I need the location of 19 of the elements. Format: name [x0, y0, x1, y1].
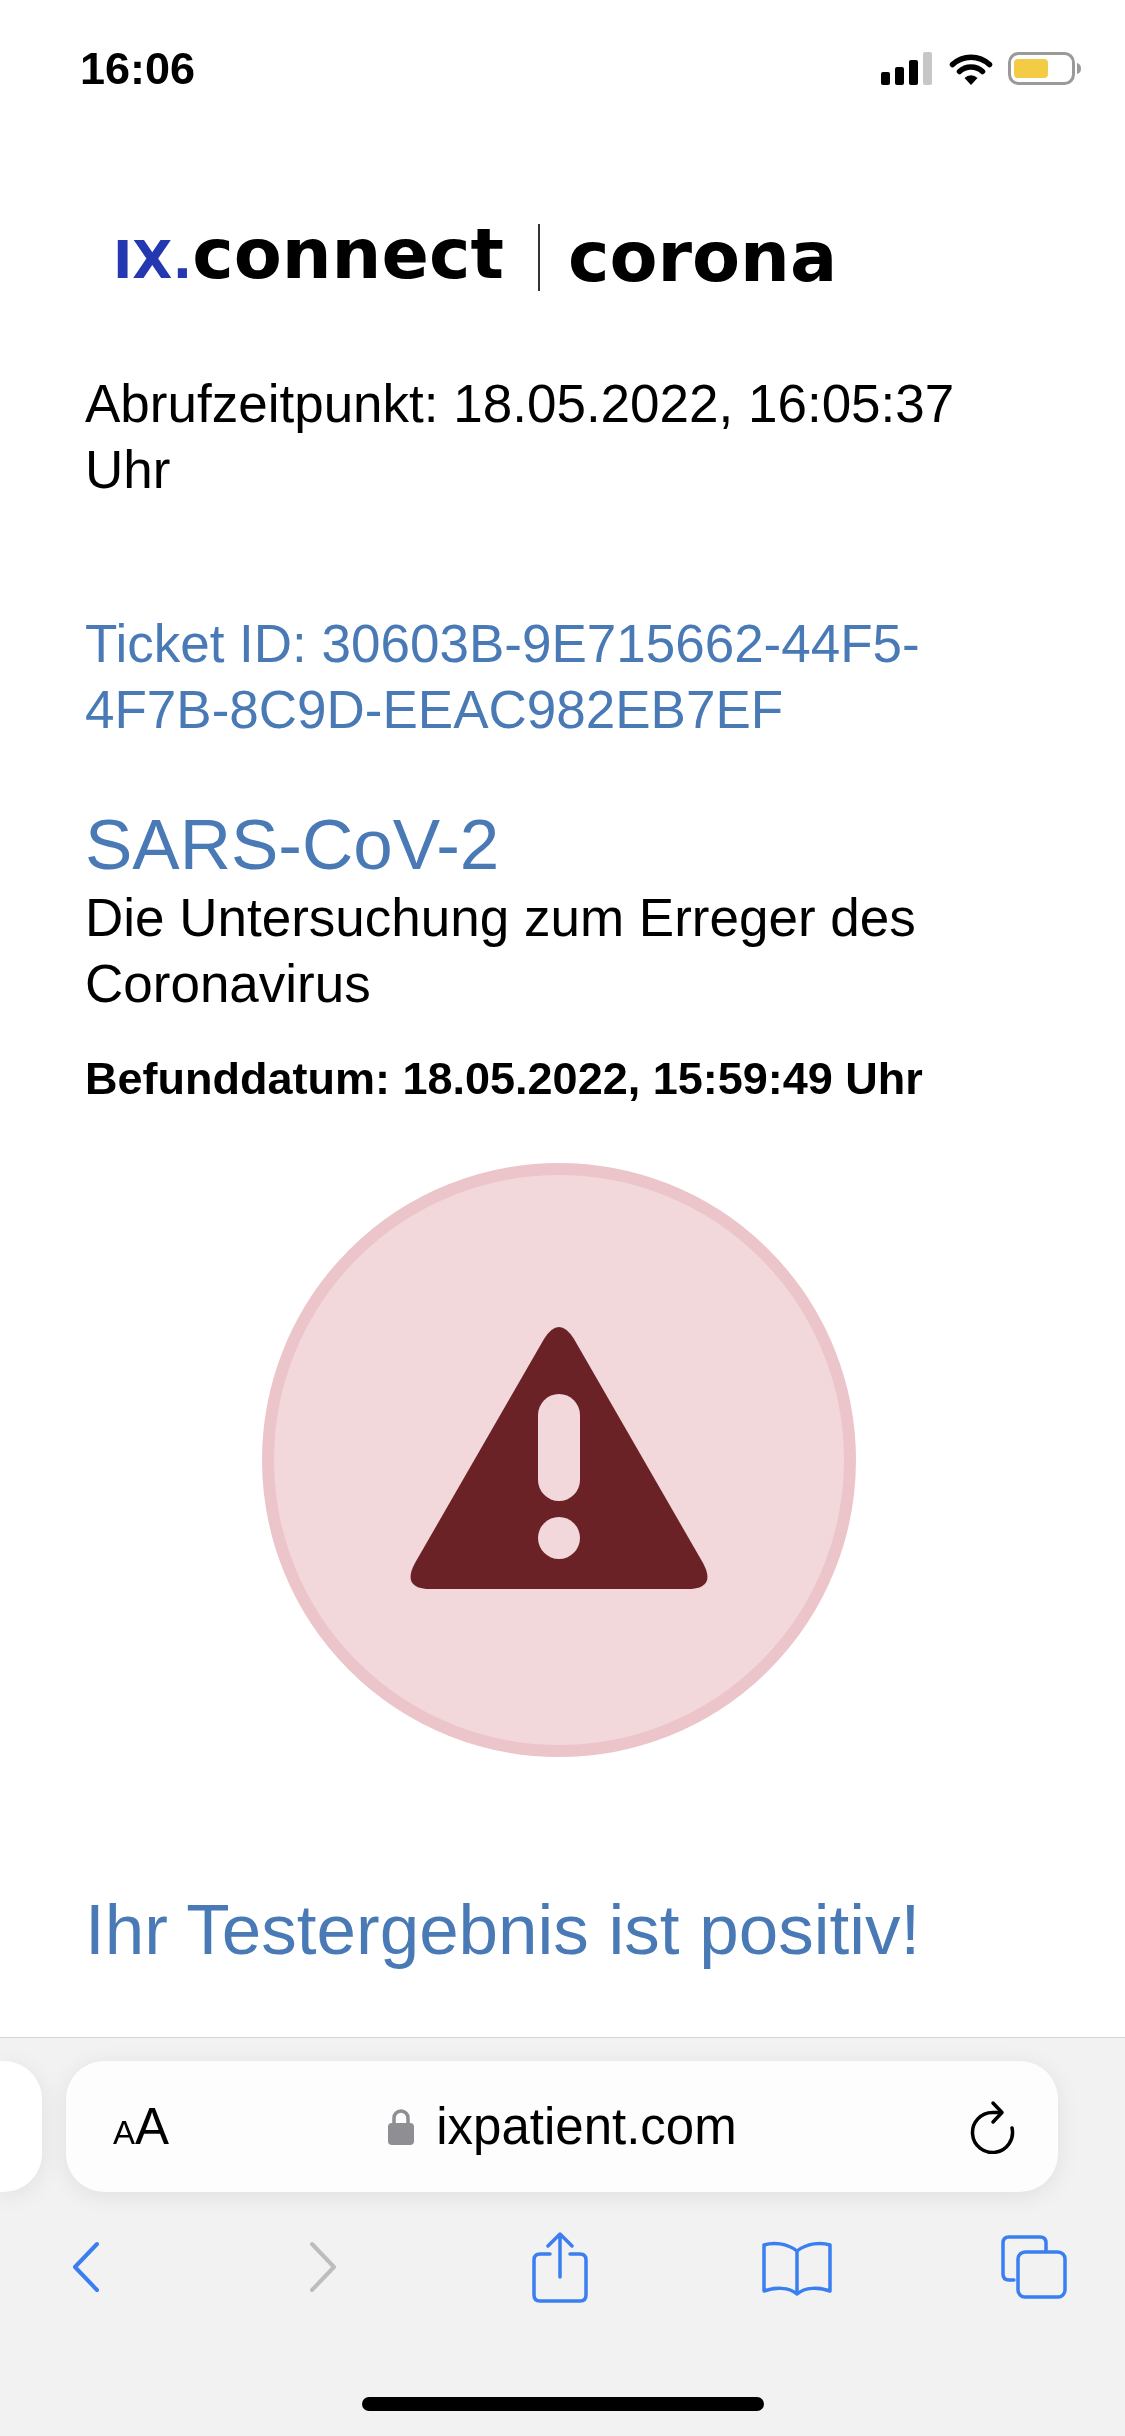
logo-wordmark: IX.connect [113, 214, 504, 297]
reload-button[interactable] [970, 2099, 1015, 2154]
signal-icon [881, 51, 932, 85]
back-button[interactable] [72, 2241, 100, 2293]
share-button[interactable] [532, 2231, 588, 2303]
ticket-id: Ticket ID: 30603B-9E715662-44F5-4F7B-8C9D-EEAC982EB7EF [85, 613, 921, 741]
warning-icon [262, 1163, 856, 1757]
retrieval-timestamp: Abrufzeitpunkt: 18.05.2022, 16:05:37 Uhr [85, 373, 956, 501]
result-message: Ihr Testergebnis ist positiv! [85, 1890, 922, 1970]
test-description: Die Untersuchung zum Erreger des Coronavirus [85, 887, 917, 1015]
result-date: Befunddatum: 18.05.2022, 15:59:49 Uhr [85, 1052, 924, 1106]
battery-icon [1008, 51, 1083, 85]
logo-section-label: corona [567, 217, 838, 297]
tabs-button[interactable] [1000, 2234, 1068, 2300]
status-time: 16:06 [80, 45, 196, 91]
address-bar[interactable]: AA ixpatient.com [66, 2061, 1058, 2192]
test-title: SARS-CoV-2 [85, 805, 501, 885]
wifi-icon [948, 51, 994, 85]
text-size-button[interactable]: AA [113, 2101, 170, 2152]
